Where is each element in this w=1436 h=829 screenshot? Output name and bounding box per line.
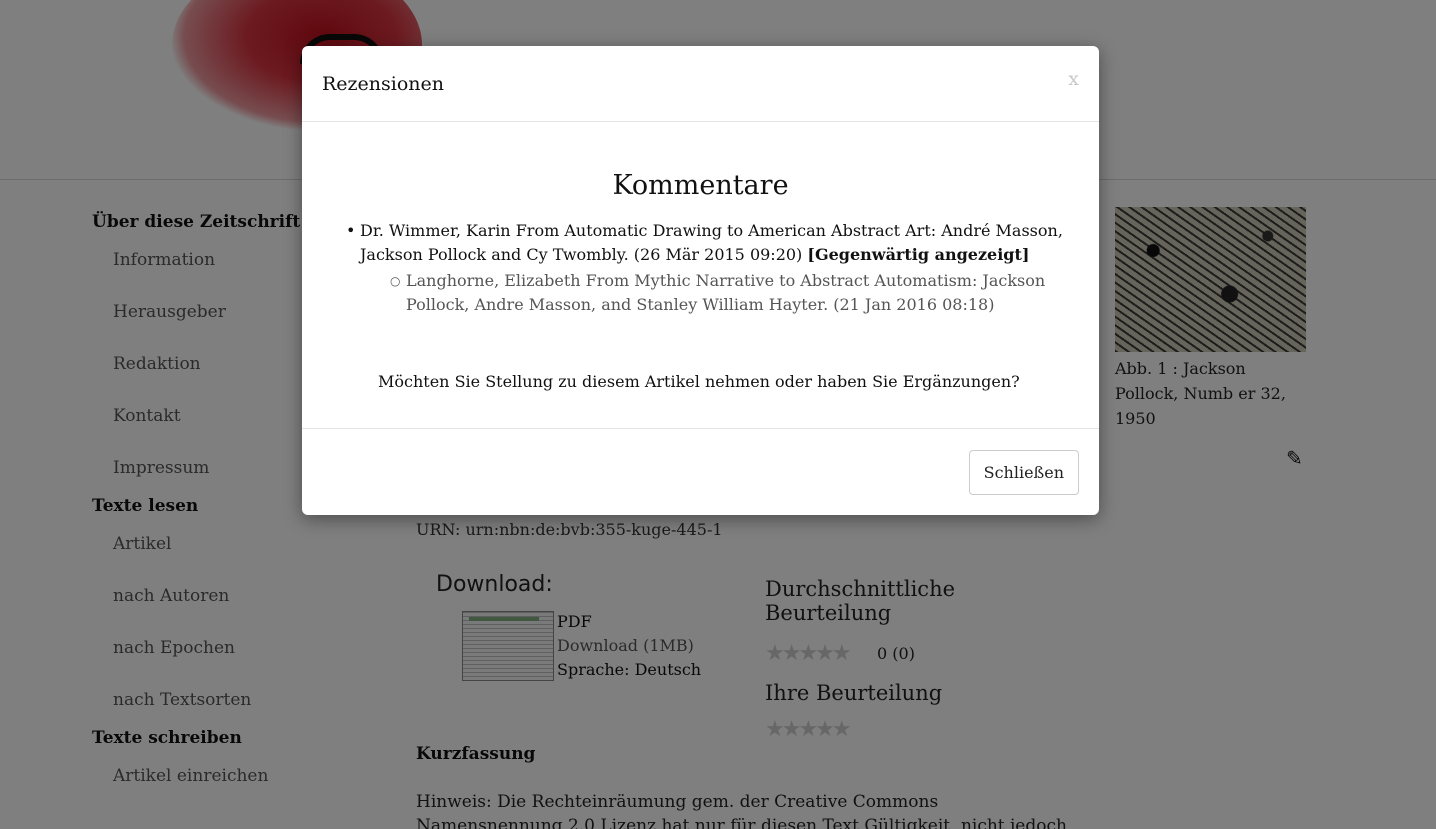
reply-list: Langhorne, Elizabeth From Mythic Narrati… bbox=[360, 269, 1085, 317]
close-button[interactable]: Schließen bbox=[968, 450, 1079, 495]
modal-body: Kommentare Dr. Wimmer, Karin From Automa… bbox=[302, 122, 1099, 429]
comments-heading: Kommentare bbox=[612, 170, 789, 201]
modal-footer: Schließen bbox=[302, 429, 1099, 514]
close-icon[interactable]: x bbox=[1068, 68, 1079, 90]
reply-item[interactable]: Langhorne, Elizabeth From Mythic Narrati… bbox=[390, 269, 1085, 317]
reviews-modal: Rezensionen x Kommentare Dr. Wimmer, Kar… bbox=[302, 46, 1099, 515]
comment-prompt-link[interactable]: Möchten Sie Stellung zu diesem Artikel n… bbox=[378, 372, 1020, 391]
modal-title: Rezensionen bbox=[322, 73, 445, 95]
comments-list: Dr. Wimmer, Karin From Automatic Drawing… bbox=[346, 219, 1085, 317]
comment-item[interactable]: Dr. Wimmer, Karin From Automatic Drawing… bbox=[346, 219, 1085, 317]
modal-header: Rezensionen x bbox=[302, 46, 1099, 122]
current-marker: [Gegenwärtig angezeigt] bbox=[807, 245, 1030, 264]
